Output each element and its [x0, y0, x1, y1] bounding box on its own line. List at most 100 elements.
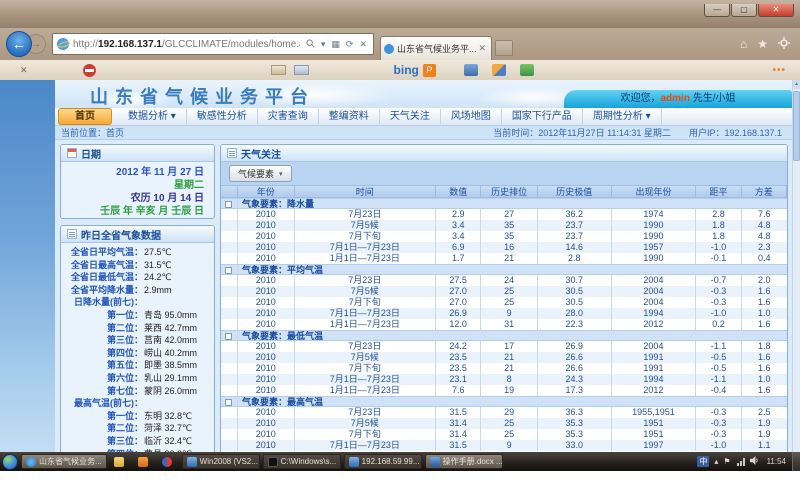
taskbar-window-button-2[interactable]: 192.168.59.99...	[344, 454, 422, 469]
assistant-addon-icon[interactable]	[492, 64, 506, 76]
back-button[interactable]: ←	[6, 31, 32, 57]
table-cell: 27.0	[436, 286, 481, 297]
new-tab-button[interactable]	[495, 40, 513, 56]
camera-addon-icon[interactable]	[464, 64, 478, 76]
username: admin	[660, 93, 689, 104]
weather-summary-row: 最高气温(前七)：	[61, 397, 214, 410]
nav-item-7[interactable]: 国家下行产品	[502, 109, 583, 124]
main-navigation: 首页数据分析 ▾敏感性分析灾害查询整编资料天气关注风场地图国家下行产品周期性分析…	[55, 108, 792, 126]
table-row[interactable]: 20107月1日—7月23日26.9928.01994-1.01.0	[221, 308, 787, 319]
table-row[interactable]: 20101月1日—7月23日12.03122.320120.21.6	[221, 319, 787, 330]
mail-icon[interactable]	[271, 65, 286, 75]
clock[interactable]: 11:54	[767, 457, 786, 466]
table-row[interactable]: 20107月1日—7月23日23.1824.31994-1.11.0	[221, 374, 787, 385]
table-row[interactable]: 20101月1日—7月23日7.61917.32012-0.41.6	[221, 385, 787, 396]
dropdown-icon[interactable]: ▾	[321, 39, 326, 50]
scrollbar-up-icon[interactable]: ▲	[793, 80, 800, 89]
network-icon[interactable]	[736, 458, 745, 466]
more-icon[interactable]: •••	[772, 65, 786, 76]
taskbar-window-button-3[interactable]: 操作手册.docx ...	[425, 454, 503, 469]
nav-item-0[interactable]: 首页	[58, 108, 112, 125]
table-cell: 30.7	[538, 275, 612, 286]
table-cell: 19	[481, 385, 538, 396]
stop-icon[interactable]: ✕	[359, 39, 367, 50]
nav-item-5[interactable]: 天气关注	[380, 109, 441, 124]
show-desktop-button[interactable]	[792, 452, 800, 471]
table-row[interactable]: 20107月下旬27.02530.52004-0.31.6	[221, 297, 787, 308]
start-button[interactable]	[2, 454, 18, 470]
url-text[interactable]: http://192.168.137.1/GLCCLIMATE/modules/…	[73, 39, 300, 50]
nav-item-4[interactable]: 整编资料	[319, 109, 380, 124]
table-row[interactable]: 20107月下旬31.42535.31951-0.31.9	[221, 429, 787, 440]
table-cell: 35.3	[538, 429, 612, 440]
scrollbar-thumb[interactable]	[793, 91, 800, 161]
blocker-addon-icon[interactable]	[83, 64, 96, 77]
table-row[interactable]: 20107月5候27.02530.52004-0.31.6	[221, 286, 787, 297]
calendar-icon	[67, 148, 77, 158]
table-row[interactable]: 20107月5候23.52126.61991-0.51.6	[221, 352, 787, 363]
table-row[interactable]: 20107月23日24.21726.92004-1.11.8	[221, 341, 787, 352]
tray-up-arrow-icon[interactable]: ▴	[714, 457, 718, 466]
table-row[interactable]: 20107月23日31.52936.31955,1951-0.32.5	[221, 407, 787, 418]
table-row[interactable]: 20101月1日—7月23日1.7212.81990-0.10.4	[221, 253, 787, 264]
nav-item-2[interactable]: 敏感性分析	[187, 109, 258, 124]
taskbar-folder-icon[interactable]	[110, 454, 131, 469]
row-gutter	[221, 231, 238, 242]
compatibility-icon[interactable]: ▦	[331, 39, 340, 50]
ime-indicator[interactable]: 中	[697, 456, 709, 467]
table-cell: 1月1日—7月23日	[295, 319, 437, 330]
group-checkbox[interactable]	[225, 333, 232, 340]
nav-item-6[interactable]: 风场地图	[441, 109, 502, 124]
table-row[interactable]: 20107月23日27.52430.72004-0.72.0	[221, 275, 787, 286]
weather-summary-row: 第七位：蒙阴 26.0mm	[61, 385, 214, 398]
taskbar-window-button-1[interactable]: C:\Windows\s...	[263, 454, 341, 469]
table-cell: 2010	[238, 429, 295, 440]
nav-item-8[interactable]: 周期性分析 ▾	[583, 109, 662, 124]
maximize-button[interactable]: ▢	[731, 4, 757, 17]
tab-close-icon[interactable]: ✕	[476, 43, 488, 54]
bing-logo[interactable]: bing	[394, 63, 419, 77]
taskbar-browser-icon[interactable]	[158, 454, 179, 469]
close-button[interactable]: ✕	[758, 4, 794, 17]
table-row[interactable]: 20107月1日—7月23日6.91614.61957-1.02.3	[221, 242, 787, 253]
group-checkbox[interactable]	[225, 201, 232, 208]
table-cell: 26.9	[436, 308, 481, 319]
table-row[interactable]: 20107月5候3.43523.719901.84.8	[221, 220, 787, 231]
taskbar-media-icon[interactable]	[134, 454, 155, 469]
address-bar[interactable]: http://192.168.137.1/GLCCLIMATE/modules/…	[52, 33, 374, 55]
page-scrollbar[interactable]: ▲	[792, 80, 800, 452]
table-cell: 0.4	[742, 253, 787, 264]
home-icon[interactable]: ⌂	[740, 37, 747, 51]
table-cell: 1957	[612, 242, 697, 253]
plugin-addon-icon[interactable]	[520, 64, 534, 76]
search-icon[interactable]	[306, 39, 315, 50]
climate-element-button[interactable]: 气候要素 ▾	[229, 165, 292, 182]
weather-summary-value: 青岛 95.0mm	[143, 309, 197, 322]
table-cell: 1月1日—7月23日	[295, 253, 437, 264]
taskbar-window-button-0[interactable]: Win2008 (VS2...	[182, 454, 260, 469]
minimize-button[interactable]: —	[704, 4, 730, 17]
weather-summary-row: 第四位：崂山 40.2mm	[61, 347, 214, 360]
table-row[interactable]: 20107月1日—7月23日31.5933.01997-1.01.1	[221, 440, 787, 451]
tray-flag-icon[interactable]: ⚑	[723, 457, 730, 466]
taskbar-ie-button[interactable]: 山东省气候业务...	[21, 454, 107, 469]
nav-item-3[interactable]: 灾害查询	[258, 109, 319, 124]
table-row[interactable]: 20107月5候31.42535.31951-0.31.9	[221, 418, 787, 429]
table-group-row: 气象要素：最高气温	[221, 396, 787, 407]
settings-gear-icon[interactable]	[778, 37, 790, 52]
table-row[interactable]: 20107月下旬3.43523.719901.84.8	[221, 231, 787, 242]
group-checkbox[interactable]	[225, 267, 232, 274]
nav-item-1[interactable]: 数据分析 ▾	[118, 109, 187, 124]
favorites-star-icon[interactable]: ★	[757, 37, 768, 51]
card-icon[interactable]	[294, 65, 309, 75]
orange-badge-icon[interactable]: P	[423, 64, 436, 77]
commandbar-close-icon[interactable]: ✕	[20, 65, 28, 76]
calendar-line-3: 壬辰 年 辛亥 月 壬辰 日	[61, 205, 204, 218]
table-row[interactable]: 20107月下旬23.52126.61991-0.51.6	[221, 363, 787, 374]
group-checkbox[interactable]	[225, 399, 232, 406]
browser-tab[interactable]: 山东省气候业务平... ✕	[380, 36, 492, 60]
system-tray: 中 ▴ ⚑ 11:54	[692, 452, 800, 471]
volume-icon[interactable]	[750, 456, 759, 467]
refresh-icon[interactable]: ⟳	[346, 39, 354, 50]
table-row[interactable]: 20107月23日2.92736.219742.87.6	[221, 209, 787, 220]
